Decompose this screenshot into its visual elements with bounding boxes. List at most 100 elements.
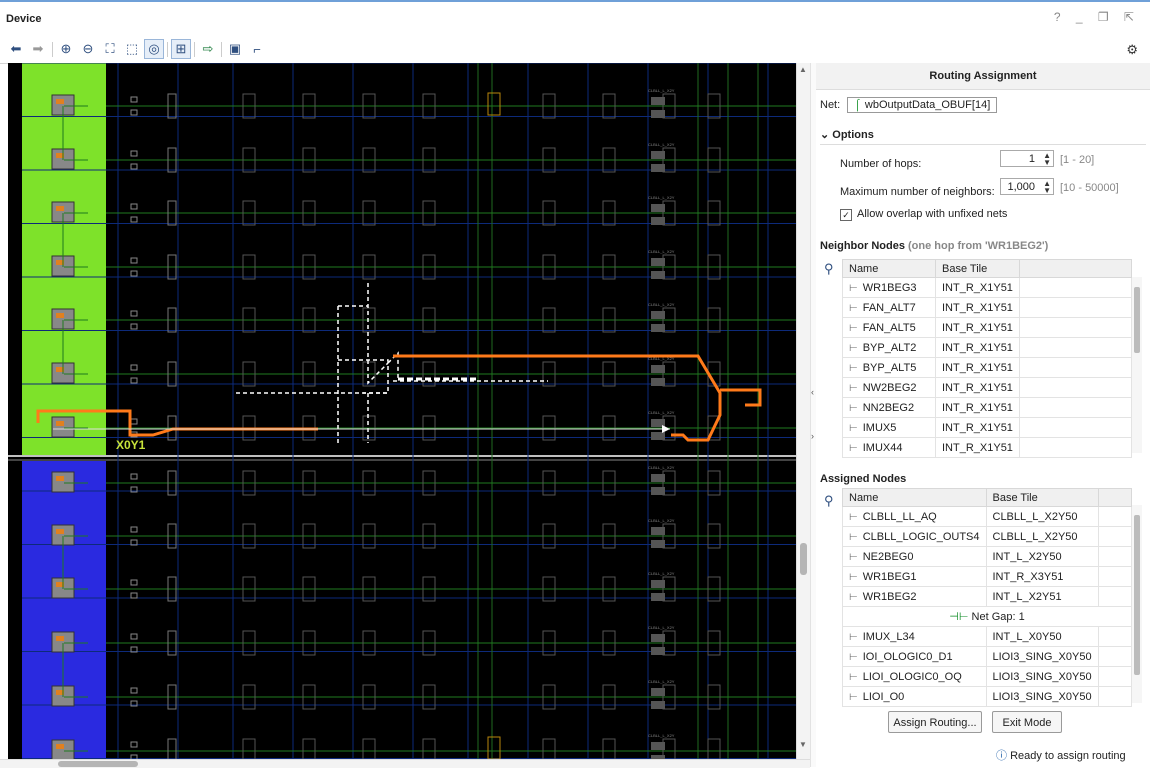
table-row[interactable]: ⊢ WR1BEG3 INT_R_X1Y51 (842, 277, 1133, 298)
window-title: Device (6, 13, 42, 25)
scroll-up-icon[interactable]: ▲ (799, 65, 807, 74)
forward-arrow-icon[interactable]: ➡ (28, 39, 48, 59)
node-icon: ⊢ (849, 571, 858, 583)
zoom-fit-icon[interactable]: ⛶ (100, 39, 120, 59)
node-name: IMUX_L34 (862, 630, 915, 643)
hops-spinner[interactable]: 1 ▲ ▼ (1000, 150, 1054, 167)
overlap-label: Allow overlap with unfixed nets (857, 208, 1008, 220)
assigned-nodes-table[interactable]: Name Base Tile ⊢ CLBLL_LL_AQ CLBLL_L_X2Y50… (842, 488, 1133, 707)
table-row[interactable]: ⊢ IMUX_L34 INT_L_X0Y50 (842, 626, 1133, 647)
spinner-arrows-icon[interactable]: ▲ ▼ (1043, 152, 1051, 167)
overlap-option[interactable]: ✓ Allow overlap with unfixed nets (840, 208, 1007, 221)
table-row[interactable]: ⊢ BYP_ALT2 INT_R_X1Y51 (842, 337, 1133, 358)
io-tile[interactable] (51, 739, 75, 759)
node-base-tile: CLBLL_L_X2Y50 (985, 526, 1099, 547)
clb-slice (651, 647, 665, 655)
node-icon: ⊢ (849, 322, 858, 334)
empty-cell (1097, 666, 1133, 687)
window-controls[interactable]: ? _ ❐ ⇱ (1054, 10, 1140, 24)
table-row[interactable]: ⊢ LIOI_O0 LIOI3_SING_X0Y50 (842, 686, 1133, 707)
hops-label: Number of hops: (840, 158, 922, 170)
node-name-cell: ⊢ NE2BEG0 (842, 546, 987, 567)
tile-label: CLBLL_L_X2Y (648, 142, 675, 147)
node-name-cell: ⊢ WR1BEG2 (842, 586, 987, 607)
extra-icon[interactable]: ⌐ (247, 39, 267, 59)
table-row[interactable]: ⊢ BYP_ALT5 INT_R_X1Y51 (842, 357, 1133, 378)
scroll-thumb[interactable] (1134, 515, 1140, 675)
auto-fit-selection-icon[interactable]: ◎ (144, 39, 164, 59)
column-header-base-tile[interactable]: Base Tile (935, 259, 1020, 278)
zoom-area-icon[interactable]: ⬚ (122, 39, 142, 59)
table-row[interactable]: ⊢ LIOI_OLOGIC0_OQ LIOI3_SING_X0Y50 (842, 666, 1133, 687)
assigned-nodes-title: Assigned Nodes (820, 473, 907, 485)
net-field[interactable]: ⌠ wbOutputData_OBUF[14] (847, 97, 998, 113)
column-header-base-tile[interactable]: Base Tile (985, 488, 1099, 507)
column-header-name[interactable]: Name (842, 259, 936, 278)
scroll-thumb[interactable] (58, 761, 138, 767)
node-icon: ⊢ (849, 591, 858, 603)
neighbor-table-scrollbar[interactable] (1132, 277, 1142, 453)
table-row[interactable]: ⊢ WR1BEG2 INT_L_X2Y51 (842, 586, 1133, 607)
clb-slice (651, 487, 665, 495)
options-header[interactable]: ⌄ Options (820, 128, 1146, 145)
net-gap-row: ⊣⊢ Net Gap: 1 (842, 606, 1132, 627)
column-header-name[interactable]: Name (842, 488, 987, 507)
table-row[interactable]: ⊢ FAN_ALT7 INT_R_X1Y51 (842, 297, 1133, 318)
toolbar-separator (221, 42, 222, 57)
assign-routing-button[interactable]: Assign Routing... (888, 711, 982, 733)
node-icon: ⊢ (849, 691, 858, 703)
spinner-arrows-icon[interactable]: ▲ ▼ (1043, 180, 1051, 195)
scroll-thumb[interactable] (800, 543, 807, 575)
node-base-tile: INT_R_X1Y51 (935, 417, 1020, 438)
panel-title: Routing Assignment (816, 63, 1150, 90)
table-row[interactable]: ⊢ IMUX5 INT_R_X1Y51 (842, 417, 1133, 438)
add-pblock-icon[interactable]: ⇨ (198, 39, 218, 59)
overlap-checkbox[interactable]: ✓ (840, 209, 852, 221)
neighbor-nodes-table[interactable]: Name Base Tile ⊢ WR1BEG3 INT_R_X1Y51 ⊢ FAN_A… (842, 259, 1133, 458)
routing-resources-icon[interactable]: ⊞ (171, 39, 191, 59)
expand-right-icon[interactable]: › (811, 431, 814, 441)
device-graphic[interactable]: CLBLL_L_X2Y CLBLL_L_X2Y CLBLL_L_X2Y CLBLL_L… (8, 63, 810, 759)
clb-slice (651, 580, 665, 588)
io-tile[interactable] (51, 471, 75, 493)
show-ios-icon[interactable]: ▣ (225, 39, 245, 59)
empty-cell (1097, 566, 1133, 587)
table-row[interactable]: ⊢ NE2BEG0 INT_L_X2Y50 (842, 546, 1133, 567)
table-row[interactable]: ⊢ FAN_ALT5 INT_R_X1Y51 (842, 317, 1133, 338)
gear-icon[interactable]: ⚙ (1126, 42, 1138, 58)
assigned-table-scrollbar[interactable] (1132, 505, 1142, 703)
neighbors-label: Maximum number of neighbors: (840, 186, 995, 198)
search-icon[interactable]: ⚲ (824, 261, 834, 277)
zoom-in-icon[interactable]: ⊕ (56, 39, 76, 59)
clb-slice (651, 432, 665, 440)
collapse-left-icon[interactable]: ‹ (811, 387, 814, 397)
empty-cell (1018, 417, 1133, 438)
neighbors-spinner[interactable]: 1,000 ▲ ▼ (1000, 178, 1054, 195)
table-row[interactable]: ⊢ CLBLL_LL_AQ CLBLL_L_X2Y50 (842, 506, 1133, 527)
device-view-canvas[interactable]: CLBLL_L_X2Y CLBLL_L_X2Y CLBLL_L_X2Y CLBLL_L… (8, 63, 810, 759)
zoom-out-icon[interactable]: ⊖ (78, 39, 98, 59)
back-arrow-icon[interactable]: ⬅ (6, 39, 26, 59)
net-label: Net: (820, 99, 841, 111)
empty-cell (1018, 397, 1133, 418)
device-vertical-scrollbar[interactable]: ▲ ▼ (796, 63, 811, 759)
node-base-tile: INT_R_X1Y51 (935, 277, 1020, 298)
table-row[interactable]: ⊢ CLBLL_LOGIC_OUTS4 CLBLL_L_X2Y50 (842, 526, 1133, 547)
clb-slice (651, 593, 665, 601)
scroll-down-icon[interactable]: ▼ (799, 740, 807, 749)
empty-cell (1018, 337, 1133, 358)
search-icon[interactable]: ⚲ (824, 493, 834, 509)
clock-region-bottom (22, 461, 106, 759)
exit-mode-button[interactable]: Exit Mode (992, 711, 1062, 733)
io-tile[interactable] (51, 416, 75, 438)
neighbors-value: 1,000 (1007, 181, 1035, 193)
clb-slice (651, 474, 665, 482)
table-row[interactable]: ⊢ NW2BEG2 INT_R_X1Y51 (842, 377, 1133, 398)
table-row[interactable]: ⊢ NN2BEG2 INT_R_X1Y51 (842, 397, 1133, 418)
table-row[interactable]: ⊢ IOI_OLOGIC0_D1 LIOI3_SING_X0Y50 (842, 646, 1133, 667)
clb-slice (651, 540, 665, 548)
scroll-thumb[interactable] (1134, 287, 1140, 353)
node-name: BYP_ALT5 (862, 361, 917, 374)
table-row[interactable]: ⊢ WR1BEG1 INT_R_X3Y51 (842, 566, 1133, 587)
table-row[interactable]: ⊢ IMUX44 INT_R_X1Y51 (842, 437, 1133, 458)
